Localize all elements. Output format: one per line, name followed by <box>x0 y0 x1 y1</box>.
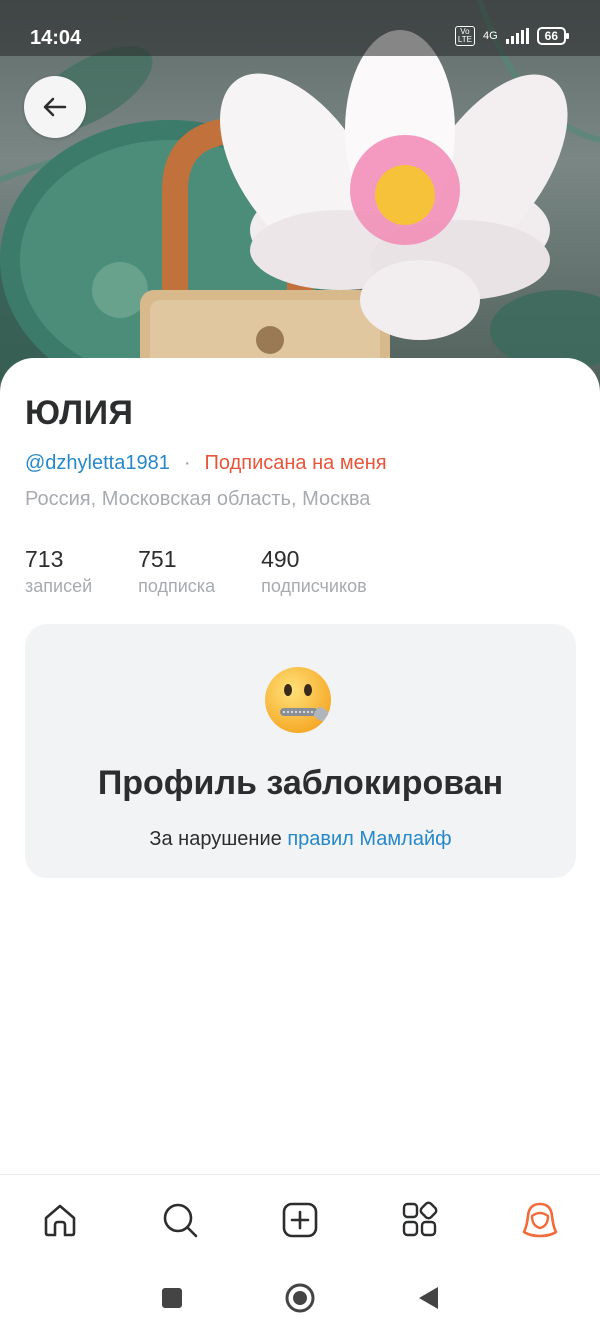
search-icon <box>163 1203 198 1238</box>
nav-profile[interactable] <box>510 1190 570 1250</box>
stat-following[interactable]: 751 подписка <box>138 546 215 597</box>
profile-name: ЮЛИЯ <box>25 394 134 432</box>
profile-icon <box>522 1202 558 1238</box>
zipper-mouth-face-icon <box>265 667 331 733</box>
blocked-reason: За нарушение правил Мамлайф <box>25 828 576 851</box>
stat-posts[interactable]: 713 записей <box>25 546 92 597</box>
status-time: 14:04 <box>30 27 82 49</box>
nav-home[interactable] <box>30 1190 90 1250</box>
bottom-nav <box>0 1174 600 1265</box>
services-icon <box>402 1201 438 1237</box>
nav-search[interactable] <box>150 1190 210 1250</box>
volte-icon: Vo LTE <box>454 26 475 46</box>
nav-services[interactable] <box>390 1190 450 1250</box>
signal-icon <box>505 28 529 44</box>
rules-link[interactable]: правил Мамлайф <box>287 828 451 850</box>
home-icon <box>44 1204 76 1237</box>
profile-card: ЮЛИЯ @dzhyletta1981 · Подписана на меня … <box>0 358 600 1178</box>
blocked-notice: Профиль заблокирован За нарушение правил… <box>25 624 576 878</box>
stat-followers-label: подписчиков <box>261 576 367 596</box>
network-type: 4G <box>482 30 498 42</box>
profile-stats: 713 записей 751 подписка 490 подписчиков <box>25 546 413 597</box>
add-post-icon <box>282 1202 318 1238</box>
follow-status: Подписана на меня <box>204 452 387 474</box>
system-nav-bar <box>0 1264 600 1332</box>
back-triangle-icon[interactable] <box>416 1285 440 1311</box>
battery-icon: 66 <box>536 27 570 45</box>
battery-level: 66 <box>544 29 558 43</box>
stat-followers[interactable]: 490 подписчиков <box>261 546 367 597</box>
recent-apps-icon[interactable] <box>160 1286 184 1310</box>
meta-separator: · <box>183 452 191 474</box>
stat-following-value: 751 <box>138 546 177 572</box>
home-button-icon[interactable] <box>284 1282 316 1314</box>
blocked-reason-text: За нарушение <box>149 828 282 850</box>
stat-followers-value: 490 <box>261 546 300 572</box>
cover-illustration <box>0 0 600 400</box>
profile-handle[interactable]: @dzhyletta1981 <box>25 452 170 475</box>
arrow-left-icon <box>43 97 67 117</box>
stat-following-label: подписка <box>138 576 216 596</box>
stat-posts-label: записей <box>25 576 93 596</box>
profile-cover-image <box>0 0 600 400</box>
blocked-title: Профиль заблокирован <box>97 764 504 802</box>
status-bar: 14:04 Vo LTE 4G 66 <box>0 0 600 56</box>
nav-add-post[interactable] <box>270 1190 330 1250</box>
profile-location: Россия, Московская область, Москва <box>25 488 371 510</box>
profile-meta: @dzhyletta1981 · Подписана на меня <box>25 452 387 475</box>
status-icons: Vo LTE 4G 66 <box>454 26 570 46</box>
back-button[interactable] <box>24 76 86 138</box>
stat-posts-value: 713 <box>25 546 64 572</box>
